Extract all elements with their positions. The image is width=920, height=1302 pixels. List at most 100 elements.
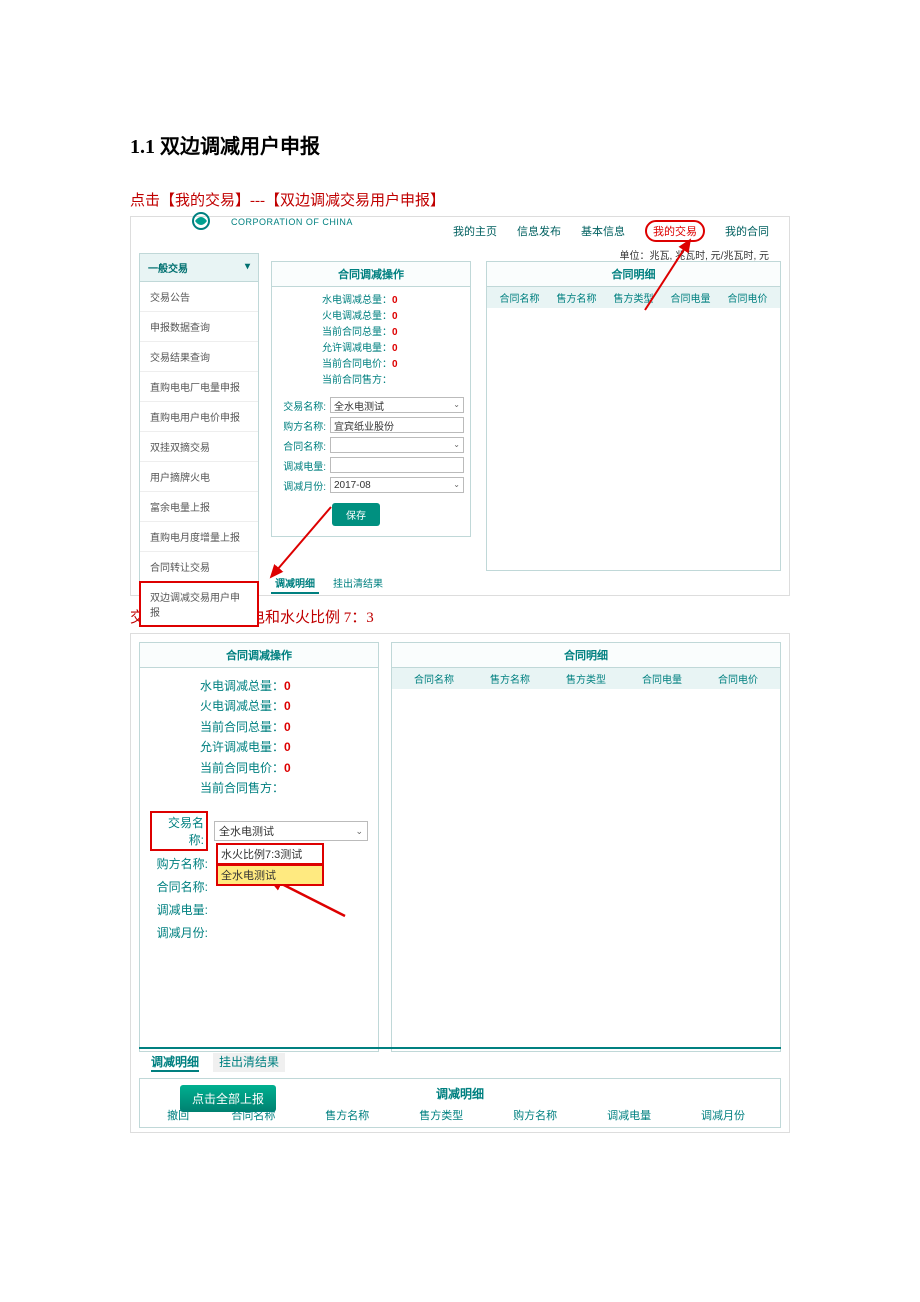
stats-block-2: 水电调减总量：0 火电调减总量：0 当前合同总量：0 允许调减电量：0 当前合同… bbox=[140, 668, 378, 810]
trade-name-dropdown: 水火比例7:3测试 全水电测试 bbox=[216, 843, 324, 886]
dropdown-option-all-water[interactable]: 全水电测试 bbox=[216, 864, 324, 886]
doc-instruction-1: 点击【我的交易】---【双边调减交易用户申报】 bbox=[130, 189, 790, 210]
contract-label-2: 合同名称: bbox=[150, 878, 208, 895]
stat-label: 水电调减总量： bbox=[200, 679, 284, 693]
trade-name-label: 交易名称: bbox=[278, 398, 326, 413]
stat-value: 0 bbox=[284, 761, 291, 775]
form-row-trade: 交易名称: 全水电测试⌄ bbox=[272, 395, 470, 415]
col-contract-name: 合同名称 bbox=[396, 671, 472, 686]
reduce-qty-input[interactable] bbox=[330, 457, 464, 473]
stat-value: 0 bbox=[284, 679, 291, 693]
panel-operation-2: 合同调减操作 水电调减总量：0 火电调减总量：0 当前合同总量：0 允许调减电量… bbox=[139, 642, 379, 1052]
tab-reduce-detail[interactable]: 调减明细 bbox=[271, 573, 319, 594]
panel-detail-2: 合同明细 合同名称 售方名称 售方类型 合同电量 合同电价 bbox=[391, 642, 781, 1052]
buyer-input[interactable]: 宜宾纸业股份 bbox=[330, 417, 464, 433]
stat-value: 0 bbox=[284, 699, 291, 713]
form-row-reduce-qty-2: 调减电量: bbox=[140, 898, 378, 921]
panel-detail-title: 合同明细 bbox=[487, 262, 780, 287]
nav-info[interactable]: 信息发布 bbox=[517, 223, 561, 239]
chevron-down-icon: ⌄ bbox=[453, 400, 460, 409]
tabs-row-2: 调减明细 挂出清结果 bbox=[139, 1047, 781, 1072]
sidebar-item-query-result[interactable]: 交易结果查询 bbox=[140, 342, 258, 372]
contract-select[interactable]: ⌄ bbox=[330, 437, 464, 453]
top-nav: CORPORATION OF CHINA 我的主页 信息发布 基本信息 我的交易… bbox=[131, 217, 789, 245]
stat-label: 水电调减总量： bbox=[322, 295, 392, 306]
stat-value: 0 bbox=[392, 327, 398, 338]
stat-value: 0 bbox=[392, 359, 398, 370]
stat-label: 火电调减总量： bbox=[200, 699, 284, 713]
panel-detail: 合同明细 合同名称 售方名称 售方类型 合同电量 合同电价 bbox=[486, 261, 781, 571]
panel-op-title-2: 合同调减操作 bbox=[140, 643, 378, 668]
upload-title: 调减明细 bbox=[140, 1085, 780, 1102]
panel-op-title: 合同调减操作 bbox=[272, 262, 470, 287]
sidebar-item-announce[interactable]: 交易公告 bbox=[140, 282, 258, 312]
buyer-value: 宜宾纸业股份 bbox=[334, 418, 394, 433]
tab-clear-result-2[interactable]: 挂出清结果 bbox=[213, 1053, 285, 1072]
upload-columns: 撤回 合同名称 售方名称 售方类型 购方名称 调减电量 调减月份 bbox=[140, 1107, 780, 1123]
sidebar-item-delist-fire[interactable]: 用户摘牌火电 bbox=[140, 462, 258, 492]
stats-block: 水电调减总量：0 火电调减总量：0 当前合同总量：0 允许调减电量：0 当前合同… bbox=[272, 287, 470, 395]
logo-subtext: CORPORATION OF CHINA bbox=[231, 217, 353, 227]
form-row-contract: 合同名称: ⌄ bbox=[272, 435, 470, 455]
sidebar-header-label: 一般交易 bbox=[148, 264, 188, 275]
col-seller-name: 售方名称 bbox=[472, 671, 548, 686]
nav-basic[interactable]: 基本信息 bbox=[581, 223, 625, 239]
col-buyer-name: 购方名称 bbox=[488, 1107, 582, 1123]
tab-reduce-detail-2[interactable]: 调减明细 bbox=[151, 1053, 199, 1072]
reduce-month-label-2: 调减月份: bbox=[150, 924, 208, 941]
screenshot-1: CORPORATION OF CHINA 我的主页 信息发布 基本信息 我的交易… bbox=[130, 216, 790, 596]
nav-my-contract[interactable]: 我的合同 bbox=[725, 223, 769, 239]
reduce-qty-label-2: 调减电量: bbox=[150, 901, 208, 918]
stat-label: 当前合同总量： bbox=[322, 327, 392, 338]
col-contract-price: 合同电价 bbox=[700, 671, 776, 686]
stat-label: 当前合同总量： bbox=[200, 720, 284, 734]
bottom-tabs: 调减明细 挂出清结果 bbox=[271, 573, 387, 594]
detail-columns: 合同名称 售方名称 售方类型 合同电量 合同电价 bbox=[487, 287, 780, 308]
sidebar-item-surplus-report[interactable]: 富余电量上报 bbox=[140, 492, 258, 522]
stat-value: 0 bbox=[392, 311, 398, 322]
form-row-reduce-qty: 调减电量: bbox=[272, 455, 470, 475]
panel-detail-title-2: 合同明细 bbox=[392, 643, 780, 668]
sidebar-item-user-price[interactable]: 直购电用户电价申报 bbox=[140, 402, 258, 432]
col-seller-name: 售方名称 bbox=[548, 290, 605, 305]
stat-label: 当前合同售方： bbox=[322, 375, 392, 386]
save-button[interactable]: 保存 bbox=[332, 503, 380, 526]
nav-home[interactable]: 我的主页 bbox=[453, 223, 497, 239]
doc-heading: 1.1 双边调减用户申报 bbox=[130, 130, 790, 159]
stat-label: 当前合同售方： bbox=[200, 781, 284, 795]
col-reduce-qty: 调减电量 bbox=[582, 1107, 676, 1123]
stat-label: 允许调减电量： bbox=[322, 343, 392, 354]
dropdown-option-ratio[interactable]: 水火比例7:3测试 bbox=[216, 843, 324, 865]
logo-icon bbox=[191, 211, 211, 231]
sidebar-header[interactable]: 一般交易 ▾ bbox=[140, 254, 258, 282]
upload-area: 点击全部上报 调减明细 撤回 合同名称 售方名称 售方类型 购方名称 调减电量 … bbox=[139, 1078, 781, 1128]
sidebar-item-double-trade[interactable]: 双挂双摘交易 bbox=[140, 432, 258, 462]
sidebar: 一般交易 ▾ 交易公告 申报数据查询 交易结果查询 直购电电厂电量申报 直购电用… bbox=[139, 253, 259, 627]
reduce-month-select[interactable]: 2017-08⌄ bbox=[330, 477, 464, 493]
chevron-down-icon: ⌄ bbox=[453, 440, 460, 449]
trade-name-label-2: 交易名称: bbox=[150, 811, 208, 851]
sidebar-item-bilateral-reduce[interactable]: 双边调减交易用户申报 bbox=[139, 581, 259, 627]
sidebar-item-transfer[interactable]: 合同转让交易 bbox=[140, 552, 258, 582]
stat-label: 允许调减电量： bbox=[200, 740, 284, 754]
screenshot-2: 合同调减操作 水电调减总量：0 火电调减总量：0 当前合同总量：0 允许调减电量… bbox=[130, 633, 790, 1133]
sidebar-item-plant-report[interactable]: 直购电电厂电量申报 bbox=[140, 372, 258, 402]
tab-clear-result[interactable]: 挂出清结果 bbox=[329, 573, 387, 594]
col-contract-price: 合同电价 bbox=[719, 290, 776, 305]
reduce-month-label: 调减月份: bbox=[278, 478, 326, 493]
stat-label: 火电调减总量： bbox=[322, 311, 392, 322]
nav-my-trade[interactable]: 我的交易 bbox=[645, 220, 705, 242]
col-withdraw: 撤回 bbox=[150, 1107, 206, 1123]
detail-columns-2: 合同名称 售方名称 售方类型 合同电量 合同电价 bbox=[392, 668, 780, 689]
reduce-month-value: 2017-08 bbox=[334, 480, 371, 491]
col-seller-type: 售方类型 bbox=[605, 290, 662, 305]
stat-value: 0 bbox=[284, 740, 291, 754]
trade-name-select[interactable]: 全水电测试⌄ bbox=[330, 397, 464, 413]
stat-value: 0 bbox=[392, 343, 398, 354]
sidebar-item-query-data[interactable]: 申报数据查询 bbox=[140, 312, 258, 342]
trade-name-select-2[interactable]: 全水电测试⌄ bbox=[214, 821, 368, 841]
col-contract-qty: 合同电量 bbox=[662, 290, 719, 305]
sidebar-item-month-increase[interactable]: 直购电月度增量上报 bbox=[140, 522, 258, 552]
col-contract-name: 合同名称 bbox=[206, 1107, 300, 1123]
col-contract-qty: 合同电量 bbox=[624, 671, 700, 686]
